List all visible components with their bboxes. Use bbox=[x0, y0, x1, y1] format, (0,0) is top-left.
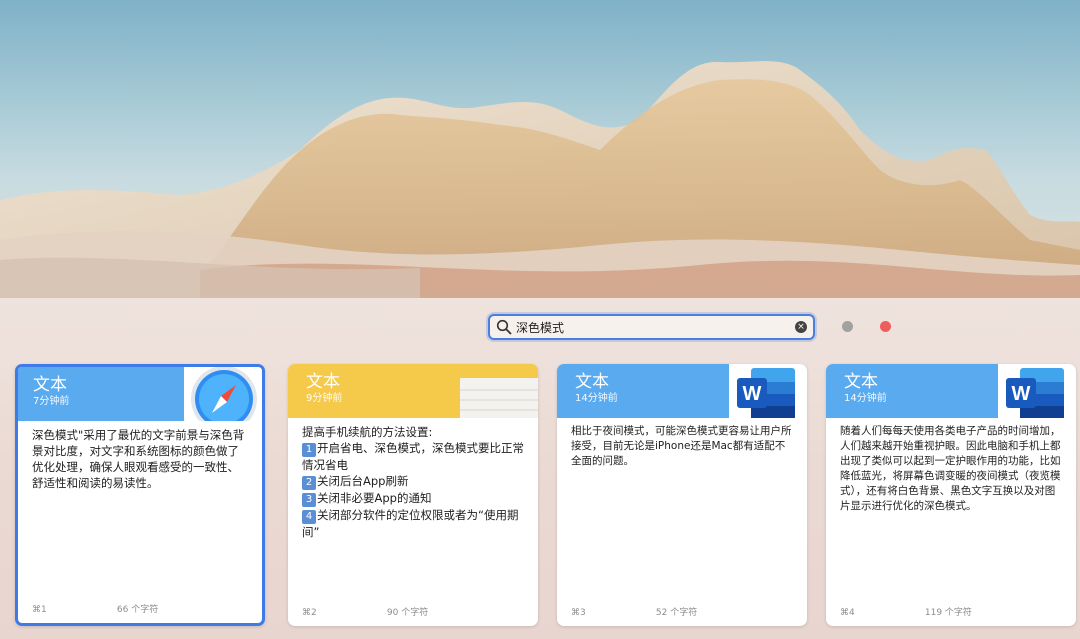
card-text: 相比于夜间模式，可能深色模式更容易让用户所接受，目前无论是iPhone还是Mac… bbox=[571, 425, 792, 467]
word-icon: W bbox=[998, 364, 1076, 418]
card-intro: 提高手机续航的方法设置: bbox=[302, 425, 433, 439]
card-header: 文本 9分钟前 bbox=[288, 364, 538, 418]
safari-icon bbox=[184, 367, 262, 421]
clear-search-icon[interactable]: × bbox=[795, 321, 807, 333]
desktop-wallpaper bbox=[0, 0, 1080, 298]
svg-text:W: W bbox=[743, 383, 762, 405]
clip-card-3[interactable]: 文本 14分钟前 W 相比于夜间模式，可能深色模式更容易让用户所接受，目前无论是… bbox=[557, 364, 807, 626]
card-char-count: 66 个字符 bbox=[116, 605, 159, 615]
card-footer: ⌘2 90 个字符 bbox=[288, 605, 538, 618]
minimize-dot[interactable] bbox=[842, 321, 853, 332]
word-icon: W bbox=[729, 364, 807, 418]
step-number: 2 bbox=[302, 476, 316, 490]
card-header: 文本 14分钟前 W bbox=[557, 364, 807, 418]
card-footer: ⌘4 119 个字符 bbox=[826, 605, 1076, 618]
svg-text:W: W bbox=[1012, 383, 1031, 405]
card-footer: ⌘3 52 个字符 bbox=[557, 605, 807, 618]
step-number: 4 bbox=[302, 510, 316, 524]
card-header: 文本 7分钟前 bbox=[18, 367, 262, 421]
search-icon bbox=[496, 319, 512, 335]
card-text: 随着人们每每天使用各类电子产品的时间增加，人们越来越开始重视护眼。因此电脑和手机… bbox=[840, 425, 1061, 512]
card-footer: ⌘1 66 个字符 bbox=[18, 602, 262, 615]
clipboard-panel: × 文本 7分钟前 深色模式"采用了最优的文字前景与深色背景对比度，对文字和系统… bbox=[0, 298, 1080, 639]
card-char-count: 119 个字符 bbox=[924, 608, 972, 618]
card-char-count: 52 个字符 bbox=[655, 608, 698, 618]
card-text: 提高手机续航的方法设置: 1 开启省电、深色模式，深色模式要比正常情况省电 2 关闭… bbox=[288, 418, 538, 540]
card-text: 深色模式"采用了最优的文字前景与深色背景对比度，对文字和系统图标的颜色做了优化处… bbox=[32, 428, 245, 490]
list-item: 1 开启省电、深色模式，深色模式要比正常情况省电 bbox=[302, 441, 524, 472]
list-item: 3 关闭非必要App的通知 bbox=[302, 490, 524, 507]
search-input[interactable] bbox=[516, 320, 795, 334]
clip-card-1[interactable]: 文本 7分钟前 深色模式"采用了最优的文字前景与深色背景对比度，对文字和系统图标… bbox=[15, 364, 265, 626]
card-shortcut: ⌘1 bbox=[32, 605, 47, 615]
notes-icon bbox=[460, 364, 538, 418]
list-item: 4 关闭部分软件的定位权限或者为“使用期间” bbox=[302, 508, 519, 539]
search-bar[interactable]: × bbox=[488, 314, 815, 340]
clip-card-4[interactable]: 文本 14分钟前 W 随着人们每每天使用各类电子产品的时间增加，人们越来越开始重… bbox=[826, 364, 1076, 626]
card-char-count: 90 个字符 bbox=[386, 608, 429, 618]
close-dot[interactable] bbox=[880, 321, 891, 332]
step-number: 1 bbox=[302, 443, 316, 457]
card-header: 文本 14分钟前 W bbox=[826, 364, 1076, 418]
list-item: 2 关闭后台App刷新 bbox=[302, 473, 524, 490]
step-number: 3 bbox=[302, 493, 316, 507]
clip-card-2[interactable]: 文本 9分钟前 提高手机续航的方法设置: 1 开启省电、深色模式，深色模式要比正常… bbox=[288, 364, 538, 626]
card-shortcut: ⌘2 bbox=[302, 608, 317, 618]
card-shortcut: ⌘4 bbox=[840, 608, 855, 618]
card-shortcut: ⌘3 bbox=[571, 608, 586, 618]
